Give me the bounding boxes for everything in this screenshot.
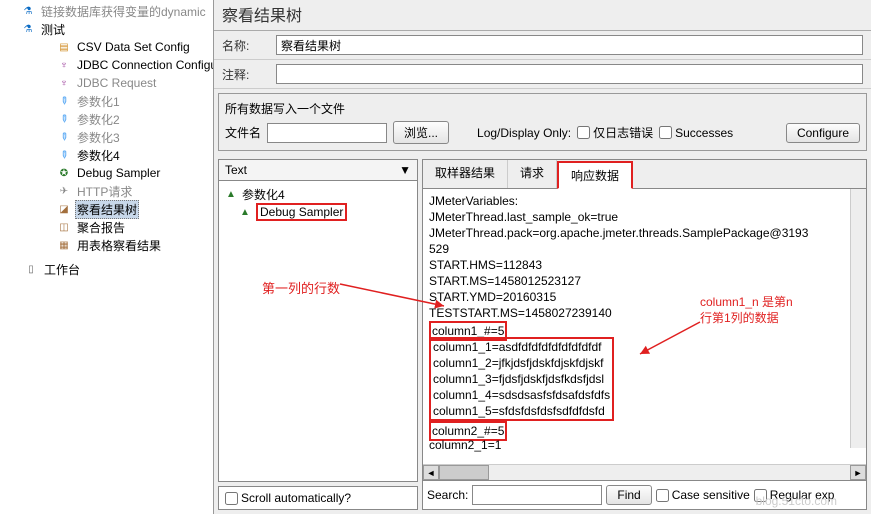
tree-node-jdbc-req[interactable]: ♆ JDBC Request <box>4 74 213 92</box>
tree-node-param2[interactable]: ✎ 参数化2 <box>4 110 213 128</box>
tree-node-param3[interactable]: ✎ 参数化3 <box>4 128 213 146</box>
bug-icon: ✪ <box>56 165 72 181</box>
find-button[interactable]: Find <box>606 485 651 505</box>
tree-label: 用表格察看结果 <box>75 237 163 254</box>
table-icon: ▦ <box>56 237 72 253</box>
panel-title: 察看结果树 <box>214 0 871 31</box>
comment-label: 注释: <box>222 66 270 83</box>
tree-node-aggregate[interactable]: ◫ 聚合报告 <box>4 218 213 236</box>
tree-label: HTTP请求 <box>75 183 134 200</box>
successes-checkbox[interactable]: Successes <box>659 126 733 140</box>
success-icon: ▲ <box>223 186 239 202</box>
tree-label: 参数化1 <box>75 93 122 110</box>
nav-tree: ⚗ 链接数据库获得变量的dynamic ⚗ 测试 ▤ CSV Data Set … <box>0 0 214 514</box>
success-icon: ▲ <box>237 204 253 220</box>
watermark: blog.51cto.com <box>756 494 837 508</box>
search-input[interactable] <box>472 485 602 505</box>
search-label: Search: <box>427 488 468 502</box>
tree-node-csv[interactable]: ▤ CSV Data Set Config <box>4 38 213 56</box>
comment-row: 注释: <box>214 60 871 89</box>
tree-label: 参数化4 <box>75 147 122 164</box>
text-dropdown-label: Text <box>225 163 247 177</box>
db-icon: ♆ <box>56 75 72 91</box>
tree-node-test[interactable]: ⚗ 测试 <box>4 20 213 38</box>
browse-button[interactable]: 浏览... <box>393 121 449 144</box>
result-node-debug[interactable]: ▲ Debug Sampler <box>223 203 413 221</box>
tree-label: 察看结果树 <box>75 200 139 219</box>
filename-input[interactable] <box>267 123 387 143</box>
only-errors-checkbox[interactable]: 仅日志错误 <box>577 124 653 141</box>
name-input[interactable] <box>276 35 863 55</box>
scroll-auto-checkbox[interactable]: Scroll automatically? <box>225 491 351 505</box>
tree-label: JDBC Request <box>75 76 158 90</box>
result-label: Debug Sampler <box>256 203 347 221</box>
tree-label: 参数化3 <box>75 129 122 146</box>
tab-response-data[interactable]: 响应数据 <box>557 161 633 189</box>
http-icon: ✈ <box>56 183 72 199</box>
tree-node-jdbc-conn[interactable]: ♆ JDBC Connection Configurat <box>4 56 213 74</box>
beaker-icon: ⚗ <box>20 21 36 37</box>
tree-node-table-result[interactable]: ▦ 用表格察看结果 <box>4 236 213 254</box>
main-panel: 察看结果树 名称: 注释: 所有数据写入一个文件 文件名 浏览... Log/D… <box>214 0 871 514</box>
log-display-label: Log/Display Only: <box>477 126 571 140</box>
case-sensitive-checkbox[interactable]: Case sensitive <box>656 488 750 502</box>
tree-node-disabled[interactable]: ⚗ 链接数据库获得变量的dynamic <box>4 2 213 20</box>
comment-input[interactable] <box>276 64 863 84</box>
scrollbar-vertical[interactable] <box>850 189 866 448</box>
tree-label: 工作台 <box>42 261 82 278</box>
tree-node-http[interactable]: ✈ HTTP请求 <box>4 182 213 200</box>
result-label: 参数化4 <box>242 186 285 203</box>
scrollbar-horizontal[interactable]: ◄► <box>423 464 866 480</box>
dropdown-arrow-icon[interactable]: ▼ <box>399 163 411 177</box>
file-icon: ▤ <box>56 39 72 55</box>
configure-button[interactable]: Configure <box>786 123 860 143</box>
tree-label: 链接数据库获得变量的dynamic <box>39 3 208 20</box>
tree-node-result-tree[interactable]: ◪ 察看结果树 <box>4 200 213 218</box>
file-output-fieldset: 所有数据写入一个文件 文件名 浏览... Log/Display Only: 仅… <box>218 93 867 151</box>
flask-icon: ⚗ <box>20 3 36 19</box>
tab-request[interactable]: 请求 <box>508 160 557 188</box>
response-content[interactable]: JMeterVariables:JMeterThread.last_sample… <box>423 189 866 464</box>
sampler-tree-panel: Text ▼ ▲ 参数化4 ▲ Debug Sampler <box>218 159 418 482</box>
tree-label: Debug Sampler <box>75 166 162 180</box>
pencil-icon: ✎ <box>53 144 76 167</box>
tree-label: 聚合报告 <box>75 219 127 236</box>
eye-icon: ◪ <box>56 201 72 217</box>
result-node-param4[interactable]: ▲ 参数化4 <box>223 185 413 203</box>
fieldset-legend: 所有数据写入一个文件 <box>225 100 860 117</box>
tree-node-param1[interactable]: ✎ 参数化1 <box>4 92 213 110</box>
clipboard-icon: ▯ <box>23 261 39 277</box>
name-label: 名称: <box>222 37 270 54</box>
tree-label: CSV Data Set Config <box>75 40 192 54</box>
tab-sampler-result[interactable]: 取样器结果 <box>423 160 508 188</box>
tree-node-param4[interactable]: ✎ 参数化4 <box>4 146 213 164</box>
name-row: 名称: <box>214 31 871 60</box>
tree-node-workbench[interactable]: ▯ 工作台 <box>4 260 213 278</box>
tree-label: 参数化2 <box>75 111 122 128</box>
file-label: 文件名 <box>225 124 261 141</box>
tree-node-debug[interactable]: ✪ Debug Sampler <box>4 164 213 182</box>
db-icon: ♆ <box>56 57 72 73</box>
result-tabs: 取样器结果 请求 响应数据 <box>423 160 866 189</box>
tree-label: 测试 <box>39 21 67 38</box>
report-icon: ◫ <box>56 219 72 235</box>
tree-label: JDBC Connection Configurat <box>75 58 214 72</box>
